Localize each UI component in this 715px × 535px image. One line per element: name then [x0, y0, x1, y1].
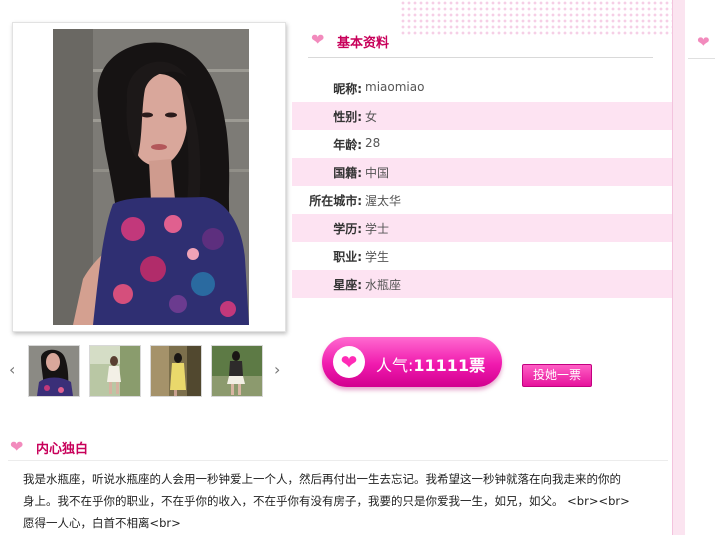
field-label: 所在城市:	[309, 194, 362, 208]
monologue-text: 我是水瓶座，听说水瓶座的人会用一秒钟爱上一个人，然后再付出一生去忘记。我希望这一…	[23, 468, 653, 534]
vote-button[interactable]: 投她一票	[522, 364, 592, 387]
profile-row-nickname: 昵称: miaomiao	[292, 74, 672, 102]
profile-row-occupation: 职业: 学生	[292, 242, 672, 270]
field-value: 水瓶座	[365, 278, 402, 292]
monologue-line: 身上。我不在乎你的职业，不在乎你的收入，不在乎你有没有房子，我要的只是你爱我一生…	[23, 494, 630, 508]
heart-icon: ❤	[697, 33, 710, 51]
profile-row-city: 所在城市: 渥太华	[292, 186, 672, 214]
profile-section-title: 基本资料	[337, 36, 390, 51]
thumbnail-4[interactable]	[211, 345, 263, 397]
profile-row-education: 学历: 学士	[292, 214, 672, 242]
profile-row-gender: 性别: 女	[292, 102, 672, 130]
heart-icon: ❤	[311, 30, 325, 49]
field-value: miaomiao	[365, 80, 425, 94]
popularity-text: 人气:11111票	[376, 352, 485, 376]
profile-row-nationality: 国籍: 中国	[292, 158, 672, 186]
monologue-line: 愿得一人心，白首不相离<br>	[23, 516, 181, 530]
main-photo[interactable]	[53, 29, 249, 325]
field-value: 女	[365, 110, 378, 124]
chevron-right-icon[interactable]: ›	[274, 360, 280, 380]
popularity-label: 人气:	[376, 356, 414, 375]
field-value: 中国	[365, 166, 390, 180]
popularity-unit: 票	[469, 356, 486, 375]
profile-divider	[308, 57, 653, 58]
thumbnail-1[interactable]	[28, 345, 80, 397]
profile-row-age: 年龄: 28	[292, 130, 672, 158]
field-label: 国籍:	[333, 166, 362, 180]
heart-icon: ❤	[333, 346, 365, 378]
popularity-count: 11111	[413, 356, 470, 375]
monologue-divider	[8, 460, 668, 461]
column-divider	[672, 0, 686, 535]
field-value: 学士	[365, 222, 390, 236]
field-label: 昵称:	[333, 82, 362, 96]
heart-icon: ❤	[10, 437, 24, 456]
chevron-left-icon[interactable]: ‹	[9, 360, 15, 380]
field-value: 28	[365, 136, 381, 150]
field-label: 年龄:	[333, 138, 362, 152]
monologue-title: 内心独白	[36, 442, 89, 457]
right-panel-divider	[688, 58, 715, 59]
field-value: 渥太华	[365, 194, 402, 208]
field-label: 星座:	[333, 278, 362, 292]
right-panel	[685, 0, 715, 535]
thumbnail-2[interactable]	[89, 345, 141, 397]
field-label: 学历:	[333, 222, 362, 236]
field-value: 学生	[365, 250, 390, 264]
popularity-badge[interactable]: ❤ 人气:11111票	[322, 337, 502, 387]
thumbnail-3[interactable]	[150, 345, 202, 397]
profile-row-zodiac: 星座: 水瓶座	[292, 270, 672, 298]
field-label: 性别:	[333, 110, 362, 124]
header-dot-pattern	[400, 0, 672, 36]
field-label: 职业:	[333, 250, 362, 264]
main-photo-frame	[12, 22, 286, 332]
monologue-line: 我是水瓶座，听说水瓶座的人会用一秒钟爱上一个人，然后再付出一生去忘记。我希望这一…	[23, 472, 621, 486]
